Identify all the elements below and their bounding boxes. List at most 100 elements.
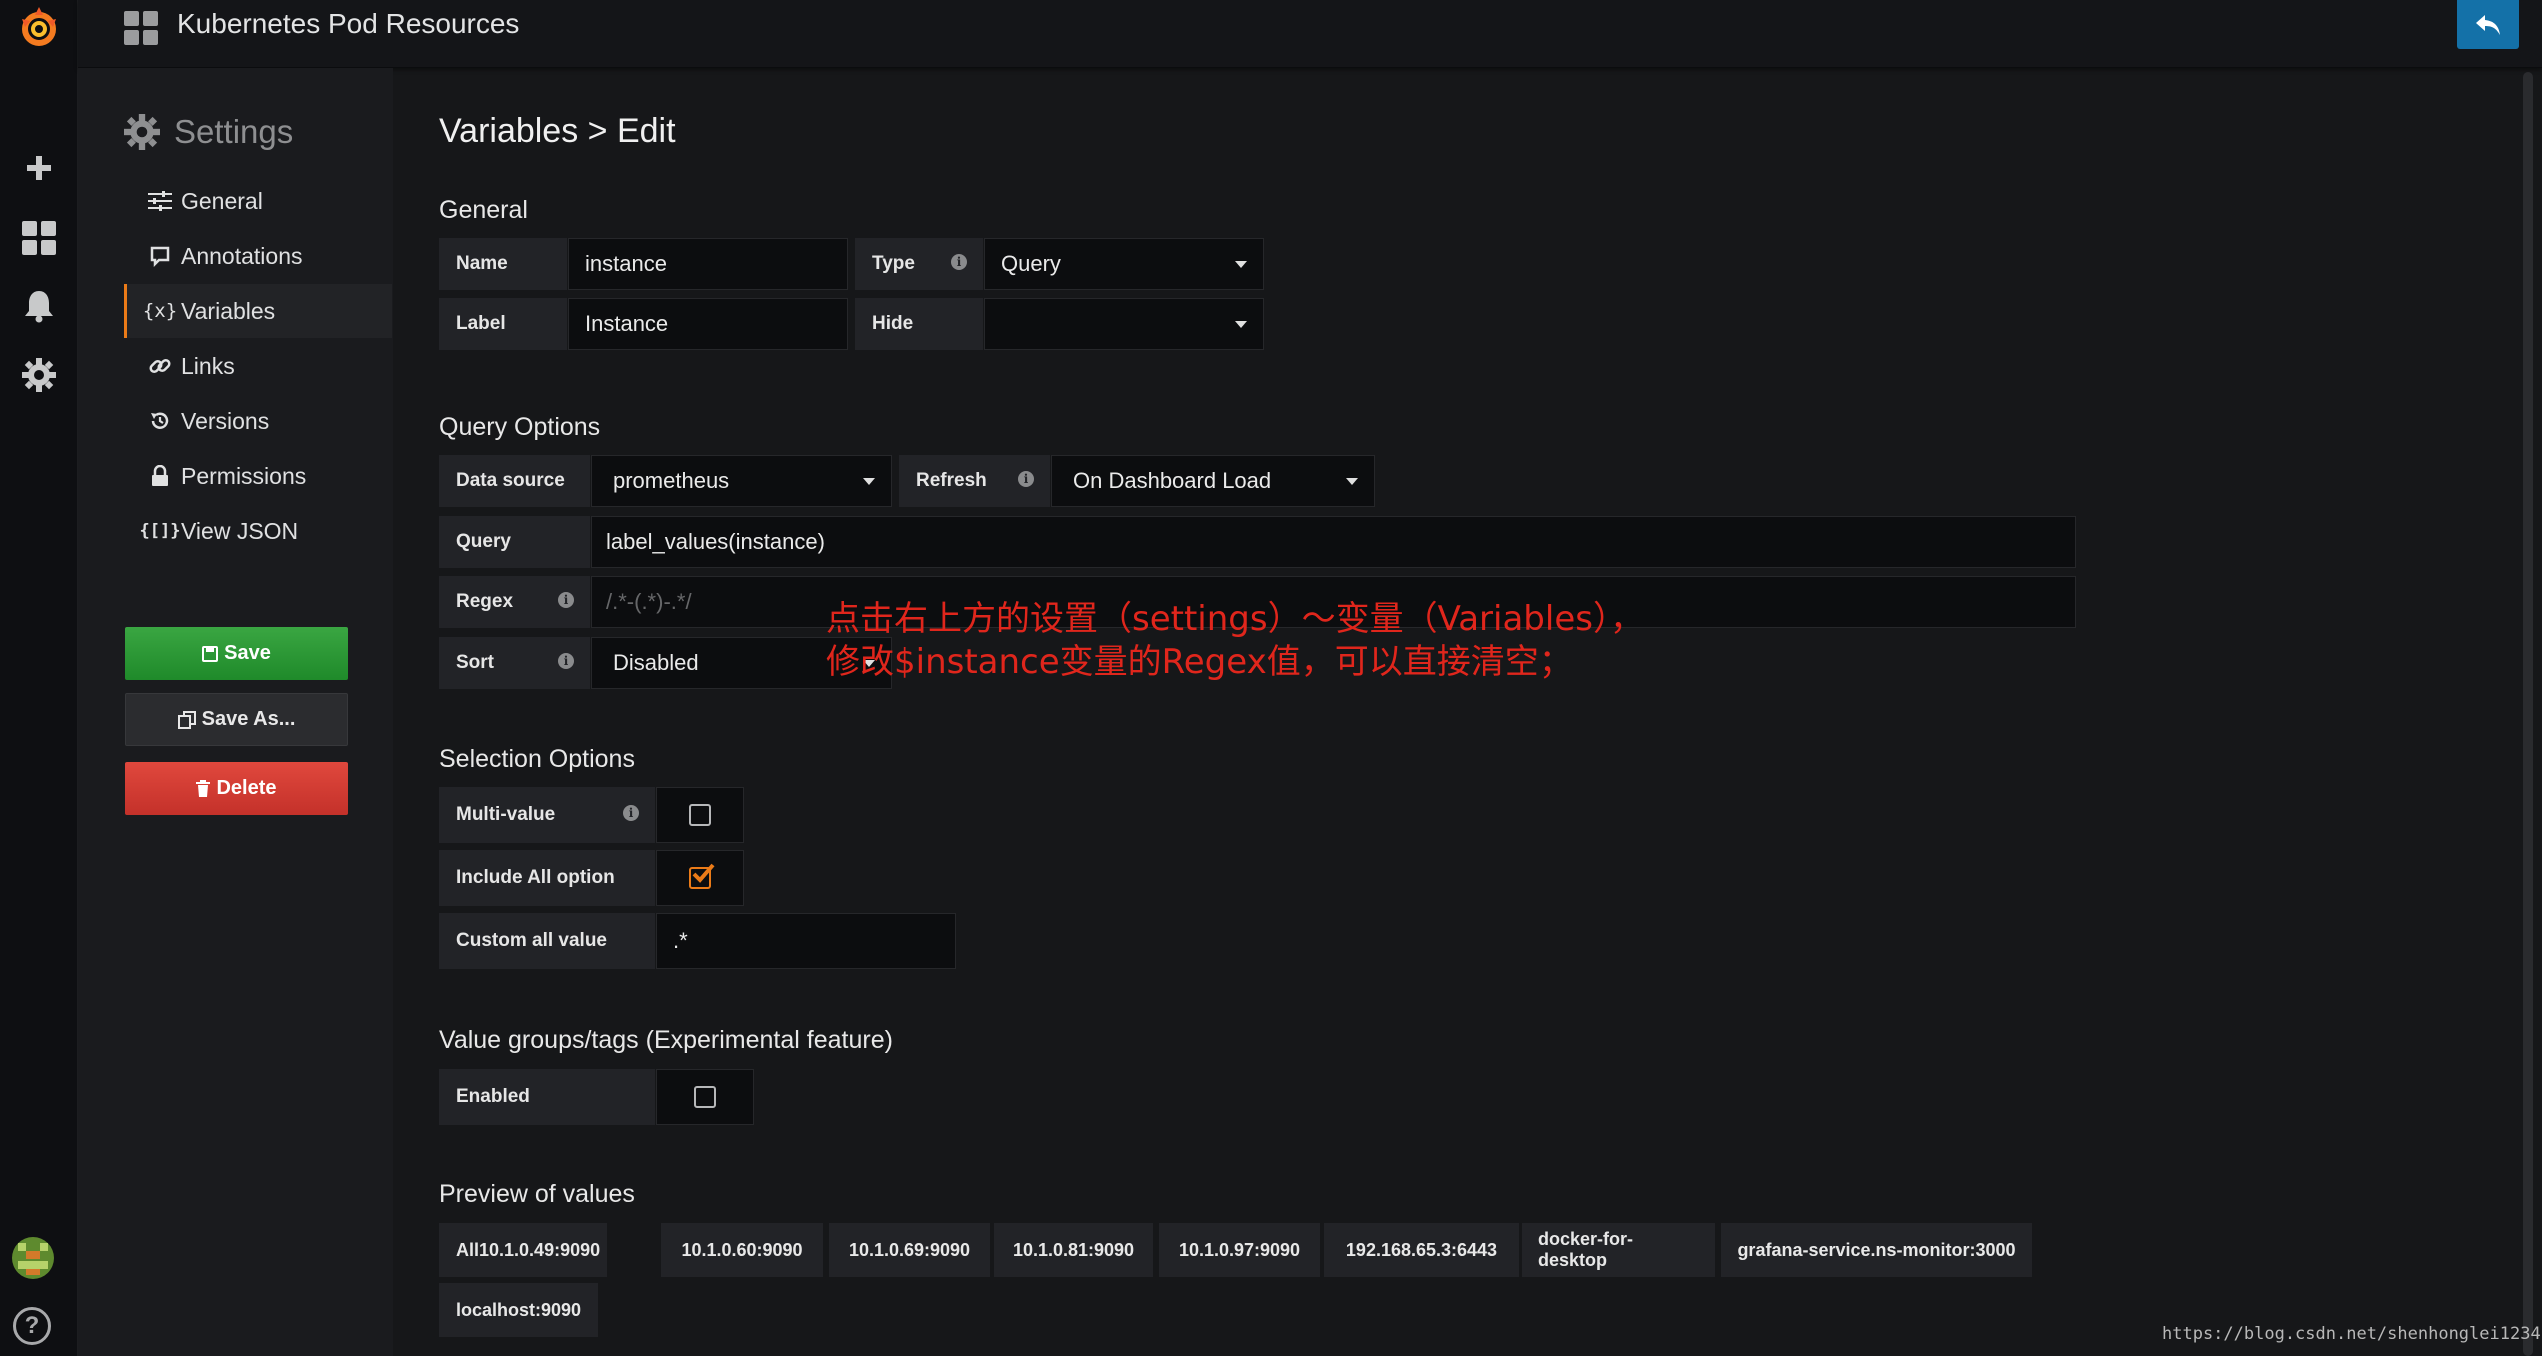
- sliders-icon: [147, 191, 173, 211]
- scrollbar[interactable]: [2523, 72, 2533, 1356]
- type-label-text: Type: [872, 253, 915, 274]
- settings-item-label: Links: [181, 352, 235, 379]
- type-label: Type i: [855, 238, 983, 290]
- grafana-logo-icon[interactable]: [0, 0, 78, 56]
- label-label-text: Label: [456, 313, 506, 334]
- section-title-value-groups: Value groups/tags (Experimental feature): [439, 1026, 893, 1054]
- info-icon[interactable]: i: [1018, 471, 1034, 487]
- custom-all-input[interactable]: .*: [656, 913, 956, 969]
- settings-item-general[interactable]: General: [124, 174, 392, 228]
- section-title-query-options: Query Options: [439, 413, 601, 441]
- copy-icon: [177, 710, 196, 729]
- info-icon[interactable]: i: [558, 592, 574, 608]
- preview-value-tag: All 10.1.0.49:9090: [439, 1223, 607, 1277]
- settings-item-versions[interactable]: Versions: [124, 394, 392, 448]
- settings-item-label: Permissions: [181, 462, 307, 489]
- settings-item-label: Versions: [181, 407, 270, 434]
- help-icon[interactable]: ?: [13, 1307, 51, 1345]
- query-label: Query: [439, 516, 590, 568]
- save-as-button[interactable]: Save As...: [125, 693, 348, 746]
- include-all-label-text: Include All option: [456, 867, 615, 888]
- refresh-label-text: Refresh: [916, 470, 987, 491]
- caret-down-icon: [1346, 478, 1358, 485]
- preview-value-tag: 10.1.0.81:9090: [994, 1223, 1153, 1277]
- datasource-label-text: Data source: [456, 470, 565, 491]
- floppy-icon: [202, 645, 219, 662]
- multi-value-label-text: Multi-value: [456, 804, 556, 825]
- type-select[interactable]: Query: [984, 238, 1264, 290]
- checkbox-empty-icon: [694, 1086, 716, 1108]
- query-input[interactable]: label_values(instance): [591, 516, 2076, 568]
- link-icon: [147, 354, 173, 378]
- annotation-text: 点击右上方的设置（settings）～变量（Variables）， 修改$ins…: [826, 598, 1644, 684]
- comment-icon: [147, 245, 173, 267]
- settings-item-permissions[interactable]: Permissions: [124, 449, 392, 503]
- history-icon: [147, 410, 173, 432]
- regex-placeholder: /.*-(.*)-.*/: [606, 589, 692, 614]
- info-icon[interactable]: i: [623, 805, 639, 821]
- side-menu: ?: [0, 0, 78, 1356]
- refresh-select[interactable]: On Dashboard Load: [1051, 455, 1375, 507]
- json-icon: {[]}: [139, 521, 181, 541]
- section-title-general: General: [439, 196, 528, 224]
- caret-down-icon: [1235, 261, 1247, 268]
- create-plus-icon[interactable]: [0, 138, 78, 198]
- preview-value-tag: docker-for-desktop: [1522, 1223, 1715, 1277]
- hide-label: Hide: [855, 298, 983, 350]
- include-all-checkbox[interactable]: [656, 850, 744, 906]
- checkbox-empty-icon: [689, 804, 711, 826]
- save-as-button-label: Save As...: [201, 708, 296, 730]
- multi-value-label: Multi-value i: [439, 787, 655, 843]
- section-title-selection-options: Selection Options: [439, 745, 635, 773]
- datasource-label: Data source: [439, 455, 590, 507]
- multi-value-checkbox[interactable]: [656, 787, 744, 843]
- label-input[interactable]: Instance: [568, 298, 848, 350]
- checkbox-checked-icon: [689, 863, 715, 889]
- name-input[interactable]: instance: [568, 238, 848, 290]
- save-button[interactable]: Save: [125, 627, 348, 680]
- preview-value: 10.1.0.49:9090: [479, 1239, 601, 1260]
- enabled-checkbox[interactable]: [656, 1069, 754, 1125]
- refresh-label: Refresh i: [899, 455, 1050, 507]
- user-avatar[interactable]: [12, 1237, 54, 1279]
- settings-item-label: Variables: [181, 297, 276, 324]
- settings-item-links[interactable]: Links: [124, 339, 392, 393]
- info-icon[interactable]: i: [558, 653, 574, 669]
- settings-item-label: Annotations: [181, 242, 303, 269]
- datasource-select[interactable]: prometheus: [591, 455, 892, 507]
- configuration-gear-icon[interactable]: [0, 345, 78, 405]
- regex-label: Regex i: [439, 576, 590, 628]
- info-icon[interactable]: i: [951, 254, 967, 270]
- enabled-label-text: Enabled: [456, 1086, 530, 1107]
- preview-value-tag: 10.1.0.60:9090: [661, 1223, 823, 1277]
- custom-all-label-text: Custom all value: [456, 930, 607, 951]
- alerting-bell-icon[interactable]: [0, 276, 78, 336]
- delete-button[interactable]: Delete: [125, 762, 348, 815]
- annotation-line-1: 点击右上方的设置（settings）～变量（Variables），: [826, 599, 1644, 639]
- delete-button-label: Delete: [216, 777, 277, 799]
- sort-label: Sort i: [439, 637, 590, 689]
- sort-select-value: Disabled: [613, 650, 699, 675]
- dashboard-title[interactable]: Kubernetes Pod Resources: [177, 8, 519, 40]
- watermark-text: https://blog.csdn.net/shenhonglei1234: [2162, 1324, 2541, 1344]
- section-title-preview: Preview of values: [439, 1180, 635, 1208]
- settings-item-label: View JSON: [181, 517, 299, 544]
- dashboards-grid-icon[interactable]: [0, 208, 78, 268]
- top-navbar: Kubernetes Pod Resources: [78, 0, 2542, 68]
- annotation-line-2: 修改$instance变量的Regex值，可以直接清空；: [826, 642, 1573, 682]
- save-button-label: Save: [224, 642, 271, 664]
- settings-heading: Settings: [124, 113, 293, 151]
- settings-item-view-json[interactable]: {[]} View JSON: [124, 504, 392, 558]
- hide-label-text: Hide: [872, 313, 914, 334]
- settings-item-annotations[interactable]: Annotations: [124, 229, 392, 283]
- preview-value-tag: 10.1.0.69:9090: [829, 1223, 990, 1277]
- hide-select[interactable]: [984, 298, 1264, 350]
- preview-value-all: All: [456, 1239, 480, 1260]
- settings-item-variables[interactable]: {x} Variables: [124, 284, 392, 338]
- back-to-dashboard-button[interactable]: [2457, 0, 2519, 49]
- caret-down-icon: [863, 478, 875, 485]
- preview-value-tag: localhost:9090: [439, 1283, 598, 1337]
- name-label: Name: [439, 238, 567, 290]
- enabled-label: Enabled: [439, 1069, 655, 1125]
- dashboard-grid-icon[interactable]: [124, 11, 158, 50]
